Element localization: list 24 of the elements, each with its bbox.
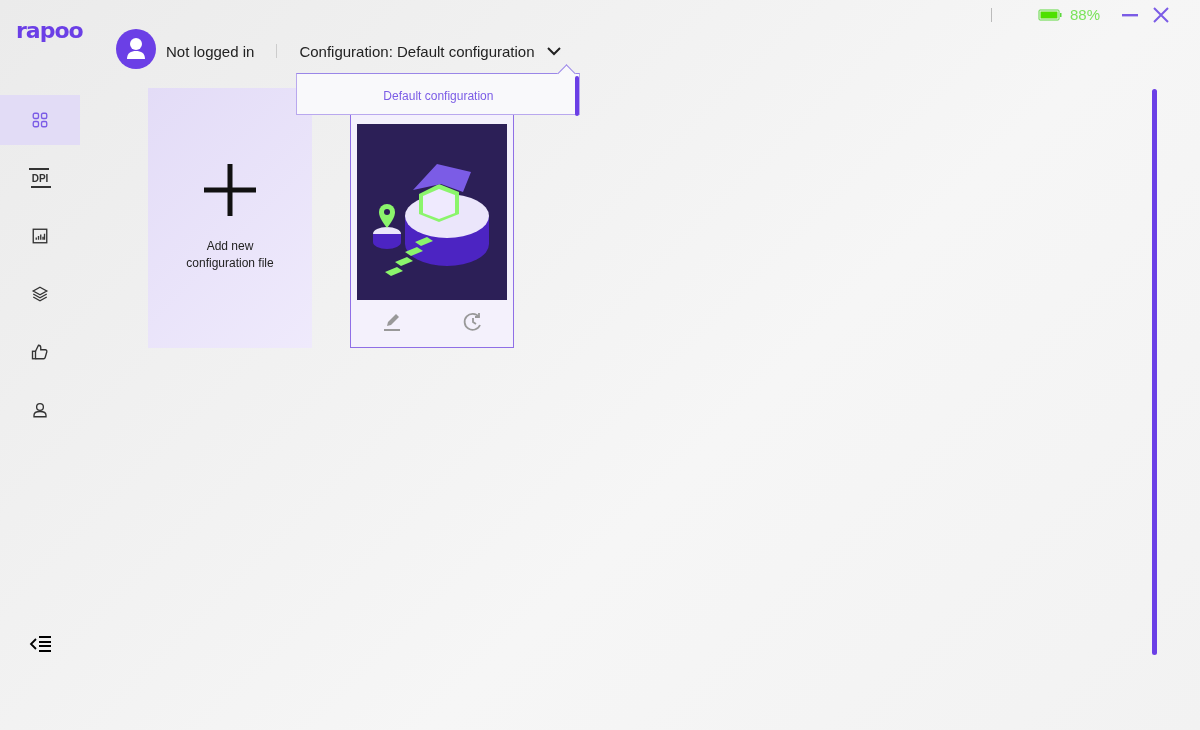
bar-chart-icon (31, 227, 49, 245)
minimize-button[interactable] (1122, 12, 1138, 17)
history-button[interactable] (462, 312, 483, 332)
grid-icon (31, 111, 49, 129)
chevron-down-icon (546, 46, 561, 56)
sidebar-item[interactable] (0, 95, 80, 145)
configuration-dropdown[interactable]: Configuration: Default configuration (299, 42, 561, 60)
add-configuration-card[interactable]: Add new configuration file (148, 88, 312, 348)
collapse-menu-icon[interactable] (29, 634, 53, 654)
battery-icon (1037, 8, 1062, 21)
close-button[interactable] (1152, 5, 1170, 24)
thumbs-up-icon (31, 343, 49, 361)
sidebar-item[interactable]: DPI (0, 153, 80, 203)
battery-percent: 88% (1069, 6, 1100, 23)
dropdown-option[interactable]: Default configuration (377, 87, 500, 104)
brand-logo: rapoo (16, 20, 83, 42)
scrollbar-thumb[interactable] (575, 75, 580, 116)
layers-icon (31, 285, 49, 303)
edit-button[interactable] (381, 312, 402, 332)
avatar-icon (116, 29, 156, 69)
scrollbar-thumb[interactable] (1152, 89, 1157, 655)
user-icon (31, 401, 49, 419)
plus-icon (204, 164, 256, 216)
login-status: Not logged in (166, 42, 255, 60)
